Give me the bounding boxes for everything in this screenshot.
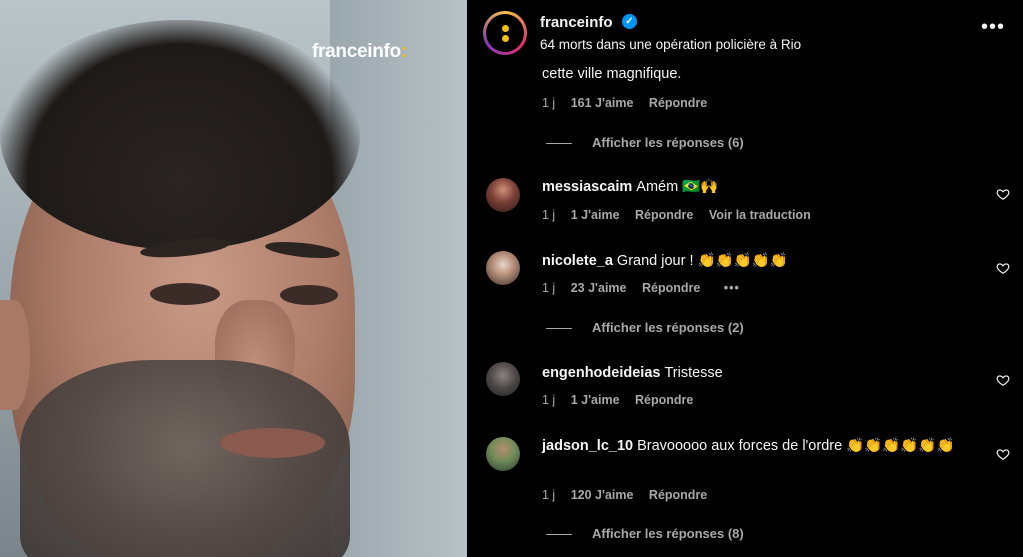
comment-username[interactable]: messiascaim	[542, 179, 632, 195]
mouth	[220, 428, 325, 458]
comment-meta: 1 j 120 J'aime Répondre	[542, 488, 719, 502]
comment-time: 1 j	[542, 281, 556, 295]
avatar[interactable]	[486, 251, 520, 285]
heart-icon[interactable]	[996, 373, 1010, 387]
left-eye	[150, 283, 220, 305]
post-subtitle: 64 morts dans une opération policière à …	[540, 37, 802, 52]
avatar[interactable]	[486, 437, 520, 471]
translate-button[interactable]: Voir la traduction	[709, 208, 811, 222]
view-replies-button[interactable]: Afficher les réponses (8)	[546, 526, 744, 541]
watermark-colon: :	[400, 41, 407, 62]
beard	[20, 360, 350, 557]
person-hair	[0, 20, 360, 250]
post-video[interactable]: franceinfo:	[0, 0, 467, 557]
comment-meta: 1 j 23 J'aime Répondre •••	[542, 281, 752, 295]
comment-time: 1 j	[542, 488, 556, 502]
comment-body: engenhodeideias Tristesse	[542, 363, 972, 383]
account-avatar[interactable]	[483, 11, 527, 55]
view-replies-label: Afficher les réponses (8)	[592, 526, 744, 541]
comment-likes[interactable]: 120 J'aime	[571, 488, 634, 502]
replies-divider	[546, 328, 572, 330]
reply-button[interactable]: Répondre	[642, 281, 700, 295]
more-options-icon[interactable]: •••	[981, 17, 1005, 37]
franceinfo-watermark: franceinfo:	[312, 41, 407, 63]
comment-body: messiascaim Amém 🇧🇷🙌	[542, 177, 972, 197]
comment-text: Bravooooo aux forces de l'ordre 👏👏👏👏👏👏	[637, 438, 955, 454]
comment-time: 1 j	[542, 393, 556, 407]
avatar[interactable]	[486, 362, 520, 396]
view-replies-button[interactable]: Afficher les réponses (6)	[546, 135, 744, 150]
previous-comment-text: cette ville magnifique.	[542, 66, 682, 82]
franceinfo-logo-icon	[486, 14, 524, 52]
right-eye	[280, 285, 338, 305]
heart-icon[interactable]	[996, 447, 1010, 461]
view-replies-button[interactable]: Afficher les réponses (2)	[546, 320, 744, 335]
comment-text: Grand jour ! 👏👏👏👏👏	[616, 253, 788, 269]
reply-button[interactable]: Répondre	[649, 96, 707, 110]
comment-meta: 1 j 1 J'aime Répondre Voir la traduction	[542, 208, 823, 222]
comment-username[interactable]: engenhodeideias	[542, 365, 660, 381]
comment-text: Tristesse	[664, 365, 723, 381]
view-replies-label: Afficher les réponses (6)	[592, 135, 744, 150]
replies-divider	[546, 534, 572, 536]
view-replies-label: Afficher les réponses (2)	[592, 320, 744, 335]
comment-meta: 1 j 1 J'aime Répondre	[542, 393, 705, 407]
comment-text: Amém 🇧🇷🙌	[636, 179, 719, 195]
verified-badge-icon: ✓	[622, 14, 637, 29]
heart-icon[interactable]	[996, 187, 1010, 201]
comment-likes[interactable]: 161 J'aime	[571, 96, 634, 110]
post-header: franceinfo ✓ 64 morts dans une opération…	[467, 0, 1023, 64]
person-ear	[0, 300, 30, 410]
reply-button[interactable]: Répondre	[649, 488, 707, 502]
comment-time: 1 j	[542, 208, 556, 222]
comment-likes[interactable]: 23 J'aime	[571, 281, 627, 295]
watermark-text: franceinfo	[312, 41, 401, 62]
comment-time: 1 j	[542, 96, 556, 110]
replies-divider	[546, 143, 572, 145]
comment-username[interactable]: jadson_lc_10	[542, 438, 633, 454]
reply-button[interactable]: Répondre	[635, 393, 693, 407]
comment-body: nicolete_a Grand jour ! 👏👏👏👏👏	[542, 251, 972, 271]
account-name[interactable]: franceinfo	[540, 14, 613, 31]
reply-button[interactable]: Répondre	[635, 208, 693, 222]
comments-panel: franceinfo ✓ 64 morts dans une opération…	[467, 0, 1023, 557]
previous-comment-meta: 1 j 161 J'aime Répondre	[542, 96, 719, 110]
comment-username[interactable]: nicolete_a	[542, 253, 613, 269]
heart-icon[interactable]	[996, 261, 1010, 275]
comment-likes[interactable]: 1 J'aime	[571, 208, 620, 222]
comment-likes[interactable]: 1 J'aime	[571, 393, 620, 407]
comment-options-icon[interactable]: •••	[724, 281, 740, 295]
comment-body: jadson_lc_10 Bravooooo aux forces de l'or…	[542, 436, 972, 456]
avatar[interactable]	[486, 178, 520, 212]
